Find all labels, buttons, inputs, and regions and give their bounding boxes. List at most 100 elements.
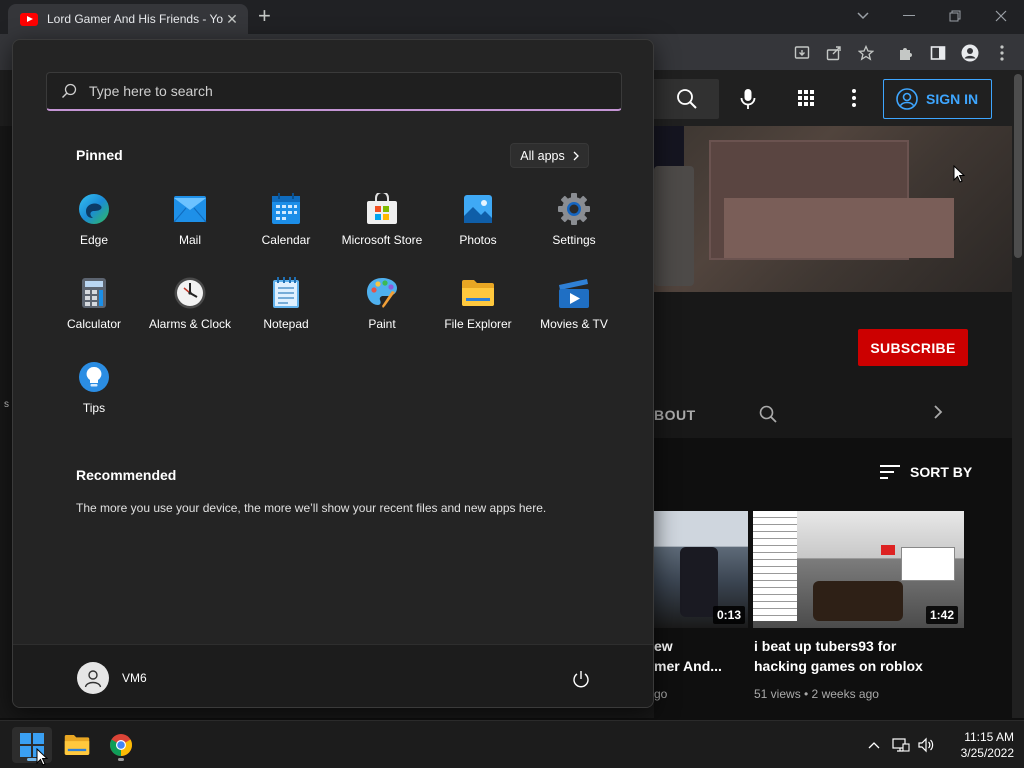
share-icon[interactable]: [825, 44, 843, 62]
store-icon: [365, 192, 399, 226]
youtube-search-button[interactable]: [654, 79, 719, 119]
show-hidden-icons-chevron-icon[interactable]: [864, 731, 884, 759]
volume-icon[interactable]: [915, 731, 937, 759]
scrollbar-thumb[interactable]: [1014, 74, 1022, 258]
calculator-icon: [77, 276, 111, 310]
avatar: [77, 662, 109, 694]
paint-icon: [365, 276, 399, 310]
pinned-app-tips[interactable]: Tips: [46, 348, 142, 428]
network-icon[interactable]: [890, 731, 912, 759]
pinned-app-mail[interactable]: Mail: [142, 180, 238, 260]
install-app-icon[interactable]: [793, 44, 811, 62]
user-account-button[interactable]: VM6: [77, 662, 147, 694]
restore-window-icon[interactable]: [932, 0, 978, 32]
mouse-cursor-icon: [36, 747, 49, 768]
pinned-app-calendar[interactable]: Calendar: [238, 180, 334, 260]
pinned-app-paint[interactable]: Paint: [334, 264, 430, 344]
page-stray-text: s: [4, 399, 9, 410]
user-name: VM6: [122, 671, 147, 685]
pinned-app-photos[interactable]: Photos: [430, 180, 526, 260]
start-search-box[interactable]: [46, 72, 622, 111]
app-label: Notepad: [263, 317, 309, 331]
side-panel-icon[interactable]: [929, 44, 947, 62]
edge-icon: [77, 192, 111, 226]
calendar-icon: [269, 192, 303, 226]
taskbar-chrome[interactable]: [101, 727, 141, 763]
video-title[interactable]: ew mer And...: [654, 636, 722, 676]
video-meta: go: [654, 687, 668, 701]
pinned-app-file-explorer[interactable]: File Explorer: [430, 264, 526, 344]
app-label: Microsoft Store: [341, 233, 423, 247]
close-window-icon[interactable]: [978, 0, 1024, 32]
browser-tab-youtube[interactable]: Lord Gamer And His Friends - YouTube ✕: [8, 4, 248, 34]
profile-icon[interactable]: [961, 44, 979, 62]
power-icon: [573, 671, 589, 688]
video-title-line: i beat up tubers93 for: [754, 638, 897, 654]
browser-menu-icon[interactable]: [993, 44, 1011, 62]
tab-search-chevron-icon[interactable]: [840, 0, 886, 32]
start-menu-footer: VM6: [13, 644, 653, 707]
power-button[interactable]: [571, 669, 591, 689]
video-title-line: ew: [654, 638, 673, 654]
page-scrollbar[interactable]: [1012, 70, 1024, 718]
new-tab-button[interactable]: +: [258, 4, 271, 28]
pinned-app-calculator[interactable]: Calculator: [46, 264, 142, 344]
pinned-app-settings[interactable]: Settings: [526, 180, 622, 260]
chevron-right-icon: [573, 151, 579, 160]
channel-search-icon[interactable]: [759, 405, 777, 428]
taskbar-file-explorer[interactable]: [57, 727, 97, 763]
apps-grid-icon[interactable]: [797, 89, 815, 107]
start-menu: Pinned All apps Edge Mail Calendar: [12, 39, 654, 708]
start-search-input[interactable]: [89, 83, 589, 99]
page-left-edge: [0, 70, 12, 718]
mouse-cursor-icon: [953, 164, 966, 188]
folder-icon: [64, 735, 90, 755]
tab-title: Lord Gamer And His Friends - YouTube: [47, 12, 223, 26]
bookmark-star-icon[interactable]: [857, 44, 875, 62]
video-title-line: hacking games on roblox: [754, 658, 923, 674]
running-indicator: [118, 758, 124, 761]
photos-icon: [461, 192, 495, 226]
notepad-icon: [269, 276, 303, 310]
pinned-app-notepad[interactable]: Notepad: [238, 264, 334, 344]
mail-icon: [173, 192, 207, 226]
pinned-app-edge[interactable]: Edge: [46, 180, 142, 260]
video-title-line: mer And...: [654, 658, 722, 674]
youtube-favicon-icon: [20, 12, 38, 26]
voice-search-button[interactable]: [733, 84, 763, 114]
sign-in-button[interactable]: SIGN IN: [883, 79, 992, 119]
pinned-app-alarms-clock[interactable]: Alarms & Clock: [142, 264, 238, 344]
app-label: Mail: [178, 233, 201, 247]
recommended-heading: Recommended: [76, 467, 177, 483]
extensions-puzzle-icon[interactable]: [897, 44, 915, 62]
app-label: Movies & TV: [540, 317, 608, 331]
pinned-app-microsoft-store[interactable]: Microsoft Store: [334, 180, 430, 260]
subscribe-button[interactable]: SUBSCRIBE: [858, 329, 968, 366]
app-label: Photos: [459, 233, 497, 247]
pinned-app-movies-tv[interactable]: Movies & TV: [526, 264, 622, 344]
tabs-next-chevron-icon[interactable]: [933, 405, 943, 424]
app-label: File Explorer: [444, 317, 512, 331]
app-label: Settings: [552, 233, 596, 247]
taskbar-clock[interactable]: 11:15 AM 3/25/2022: [940, 729, 1014, 761]
video-duration: 1:42: [926, 606, 959, 624]
minimize-window-icon[interactable]: [886, 0, 932, 32]
video-duration: 0:13: [713, 606, 746, 624]
video-meta: 51 views • 2 weeks ago: [754, 687, 879, 701]
chrome-icon: [110, 734, 132, 756]
app-label: Calendar: [261, 233, 311, 247]
search-icon: [62, 83, 77, 98]
all-apps-button[interactable]: All apps: [510, 143, 589, 168]
tab-close-icon[interactable]: ✕: [224, 11, 240, 28]
movies-icon: [557, 276, 591, 310]
tab-about[interactable]: BOUT: [654, 407, 696, 423]
pinned-heading: Pinned: [76, 147, 123, 163]
settings-icon: [557, 192, 591, 226]
account-icon: [896, 88, 918, 110]
taskbar: 11:15 AM 3/25/2022: [0, 720, 1024, 768]
sort-by-button[interactable]: SORT BY: [880, 464, 972, 480]
youtube-settings-menu-icon[interactable]: [845, 89, 863, 107]
video-title[interactable]: i beat up tubers93 for hacking games on …: [754, 636, 923, 676]
sort-by-label: SORT BY: [910, 464, 973, 480]
app-label: Alarms & Clock: [148, 317, 231, 331]
